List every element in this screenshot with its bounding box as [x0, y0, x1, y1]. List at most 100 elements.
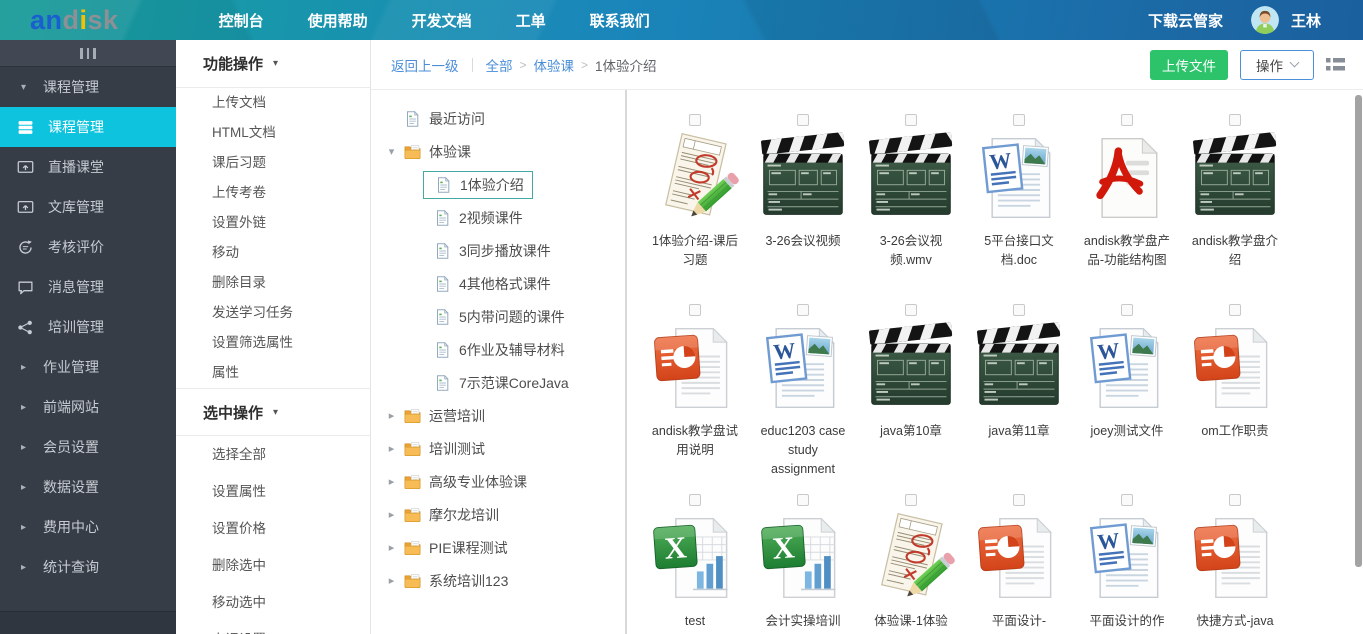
tree-node[interactable]: ▸运营培训 [371, 399, 625, 432]
ops-item-删除选中[interactable]: 删除选中 [212, 547, 370, 584]
sidebar-item-2[interactable]: 直播课堂 [0, 147, 176, 187]
ops-item-选择全部[interactable]: 选择全部 [212, 436, 370, 473]
file-name[interactable]: om工作职责 [1190, 422, 1280, 441]
file-name[interactable]: andisk教学盘介绍 [1190, 232, 1280, 270]
file-checkbox[interactable] [1013, 304, 1025, 316]
file-checkbox[interactable] [1121, 304, 1133, 316]
chevron-right-icon[interactable]: ▸ [385, 574, 398, 587]
tree-node[interactable]: 6作业及辅导材料 [371, 333, 625, 366]
breadcrumb-part[interactable]: 体验课 [534, 55, 575, 75]
brand-logo[interactable]: andisk [30, 1, 119, 39]
file-checkbox[interactable] [1013, 494, 1025, 506]
action-dropdown-button[interactable]: 操作 [1240, 50, 1314, 80]
sidebar-collapse-toggle[interactable] [0, 40, 176, 67]
file-name[interactable]: 平面设计的作 [1082, 612, 1172, 631]
file-checkbox[interactable] [1229, 304, 1241, 316]
file-name[interactable]: 体验课-1体验 [866, 612, 956, 631]
tree-node[interactable]: ▸培训测试 [371, 432, 625, 465]
tree-node[interactable]: 4其他格式课件 [371, 267, 625, 300]
file-name[interactable]: java第10章 [866, 422, 956, 441]
ops-item-HTML文档[interactable]: HTML文档 [212, 118, 370, 148]
file-checkbox[interactable] [1229, 114, 1241, 126]
sidebar-item-3[interactable]: 文库管理 [0, 187, 176, 227]
nav-item-1[interactable]: 控制台 [219, 10, 264, 31]
vertical-scrollbar[interactable] [1355, 95, 1362, 567]
file-cell[interactable]: andisk教学盘试用说明 [641, 304, 749, 494]
file-checkbox[interactable] [797, 494, 809, 506]
file-cell[interactable]: 3-26会议视频 [749, 114, 857, 304]
file-cell[interactable]: java第10章 [857, 304, 965, 494]
tree-node[interactable]: 3同步播放课件 [371, 234, 625, 267]
file-name[interactable]: educ1203 case study assignment [758, 422, 848, 478]
ops-item-发送学习任务[interactable]: 发送学习任务 [212, 298, 370, 328]
chevron-right-icon[interactable]: ▸ [385, 442, 398, 455]
file-cell[interactable]: 5平台接口文档.doc [965, 114, 1073, 304]
file-checkbox[interactable] [1013, 114, 1025, 126]
file-cell[interactable]: andisk教学盘产品-功能结构图 [1073, 114, 1181, 304]
file-name[interactable]: 3-26会议视频 [758, 232, 848, 251]
ops-item-设置价格[interactable]: 设置价格 [212, 510, 370, 547]
ops-item-课后习题[interactable]: 课后习题 [212, 148, 370, 178]
tree-node[interactable]: ▸摩尔龙培训 [371, 498, 625, 531]
nav-item-3[interactable]: 开发文档 [412, 10, 472, 31]
chevron-right-icon[interactable]: ▸ [385, 409, 398, 422]
file-cell[interactable]: 平面设计的作 [1073, 494, 1181, 634]
file-cell[interactable]: 会计实操培训 [749, 494, 857, 634]
file-cell[interactable]: 快捷方式-java [1181, 494, 1289, 634]
file-cell[interactable]: 1体验介绍-课后习题 [641, 114, 749, 304]
tree-node[interactable]: 1体验介绍 [371, 168, 625, 201]
tree-node[interactable]: ▸PIE课程测试 [371, 531, 625, 564]
breadcrumb-part[interactable]: 全部 [486, 55, 513, 75]
ops-section-header[interactable]: 选中操作▾ [176, 388, 370, 436]
file-checkbox[interactable] [905, 114, 917, 126]
file-name[interactable]: 会计实操培训 [758, 612, 848, 631]
tree-node[interactable]: ▸系统培训123 [371, 564, 625, 597]
file-name[interactable]: andisk教学盘产品-功能结构图 [1082, 232, 1172, 270]
ops-item-设置筛选属性[interactable]: 设置筛选属性 [212, 328, 370, 358]
upload-file-button[interactable]: 上传文件 [1150, 50, 1228, 80]
sidebar-item-11[interactable]: ▸费用中心 [0, 507, 176, 547]
file-cell[interactable]: joey测试文件 [1073, 304, 1181, 494]
tree-node[interactable]: 最近访问 [371, 102, 625, 135]
sidebar-item-7[interactable]: ▸作业管理 [0, 347, 176, 387]
back-up-level-link[interactable]: 返回上一级 [391, 55, 459, 75]
tree-node[interactable]: ▾体验课 [371, 135, 625, 168]
download-cloud-manager-link[interactable]: 下载云管家 [1148, 10, 1223, 31]
ops-item-上课设置[interactable]: 上课设置 [212, 621, 370, 634]
sidebar-item-9[interactable]: ▸会员设置 [0, 427, 176, 467]
tree-node[interactable]: 7示范课CoreJava [371, 366, 625, 399]
sidebar-item-4[interactable]: 考核评价 [0, 227, 176, 267]
file-name[interactable]: 平面设计- [974, 612, 1064, 631]
file-name[interactable]: joey测试文件 [1082, 422, 1172, 441]
file-name[interactable]: test [650, 612, 740, 631]
file-checkbox[interactable] [1121, 494, 1133, 506]
file-checkbox[interactable] [905, 304, 917, 316]
file-checkbox[interactable] [797, 114, 809, 126]
file-cell[interactable]: educ1203 case study assignment [749, 304, 857, 494]
sidebar-item-10[interactable]: ▸数据设置 [0, 467, 176, 507]
ops-item-设置外链[interactable]: 设置外链 [212, 208, 370, 238]
chevron-right-icon[interactable]: ▸ [385, 508, 398, 521]
tree-node[interactable]: ▸高级专业体验课 [371, 465, 625, 498]
ops-section-header[interactable]: 功能操作▾ [176, 40, 370, 88]
sidebar-item-5[interactable]: 消息管理 [0, 267, 176, 307]
file-name[interactable]: 快捷方式-java [1190, 612, 1280, 631]
file-name[interactable]: 5平台接口文档.doc [974, 232, 1064, 270]
file-checkbox[interactable] [689, 304, 701, 316]
file-cell[interactable]: 平面设计- [965, 494, 1073, 634]
ops-item-上传文档[interactable]: 上传文档 [212, 88, 370, 118]
username[interactable]: 王林 [1291, 10, 1321, 31]
ops-item-属性[interactable]: 属性 [212, 358, 370, 388]
file-cell[interactable]: 体验课-1体验 [857, 494, 965, 634]
file-name[interactable]: java第11章 [974, 422, 1064, 441]
file-checkbox[interactable] [689, 494, 701, 506]
sidebar-item-6[interactable]: 培训管理 [0, 307, 176, 347]
ops-item-移动选中[interactable]: 移动选中 [212, 584, 370, 621]
file-cell[interactable]: 3-26会议视频.wmv [857, 114, 965, 304]
file-checkbox[interactable] [905, 494, 917, 506]
ops-item-设置属性[interactable]: 设置属性 [212, 473, 370, 510]
file-checkbox[interactable] [1229, 494, 1241, 506]
file-name[interactable]: 1体验介绍-课后习题 [650, 232, 740, 270]
user-avatar[interactable] [1251, 6, 1279, 34]
nav-item-5[interactable]: 联系我们 [590, 10, 650, 31]
